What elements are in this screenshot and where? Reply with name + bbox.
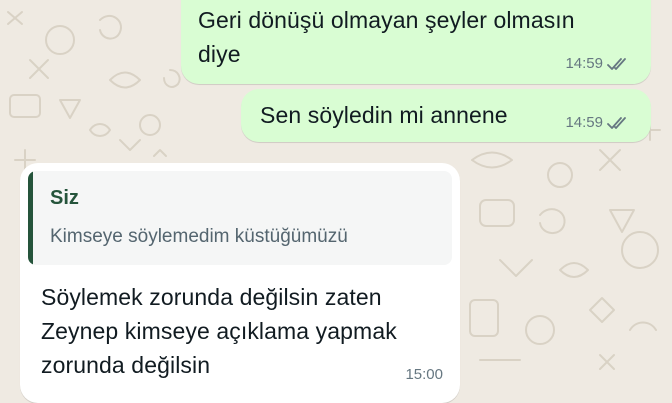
message-line: Geri dönüşü olmayan şeyler olmasın xyxy=(198,7,575,33)
incoming-message-3[interactable]: Siz Kimseye söylemedim küstüğümüzü Söyle… xyxy=(20,163,460,403)
message-time: 14:59 xyxy=(565,55,603,72)
quote-author: Siz xyxy=(50,187,79,209)
double-check-icon xyxy=(607,57,626,70)
message-meta: 14:59 xyxy=(565,114,629,131)
message-line: diye xyxy=(198,41,241,67)
message-text: Sen söyledin mi annene xyxy=(260,102,508,128)
quote-accent-bar xyxy=(28,171,33,265)
message-meta: 14:59 xyxy=(565,55,629,72)
message-time: 14:59 xyxy=(565,114,603,131)
message-time: 15:00 xyxy=(405,366,443,383)
quote-text: Kimseye söylemedim küstüğümüzü xyxy=(50,226,348,247)
outgoing-message-2[interactable]: Sen söyledin mi annene 14:59 xyxy=(241,89,651,142)
message-meta: 15:00 xyxy=(405,366,443,383)
message-line: Söylemek zorunda değilsin zaten xyxy=(41,284,382,310)
message-text: Söylemek zorunda değilsin zaten Zeynep k… xyxy=(41,280,397,382)
double-check-icon xyxy=(607,116,626,129)
quoted-reply[interactable]: Siz Kimseye söylemedim küstüğümüzü xyxy=(28,171,452,265)
message-line: zorunda değilsin xyxy=(41,352,211,378)
message-line: Zeynep kimseye açıklama yapmak xyxy=(41,318,397,344)
message-text: Geri dönüşü olmayan şeyler olmasın diye xyxy=(198,3,575,71)
outgoing-message-1[interactable]: Geri dönüşü olmayan şeyler olmasın diye … xyxy=(181,0,651,84)
